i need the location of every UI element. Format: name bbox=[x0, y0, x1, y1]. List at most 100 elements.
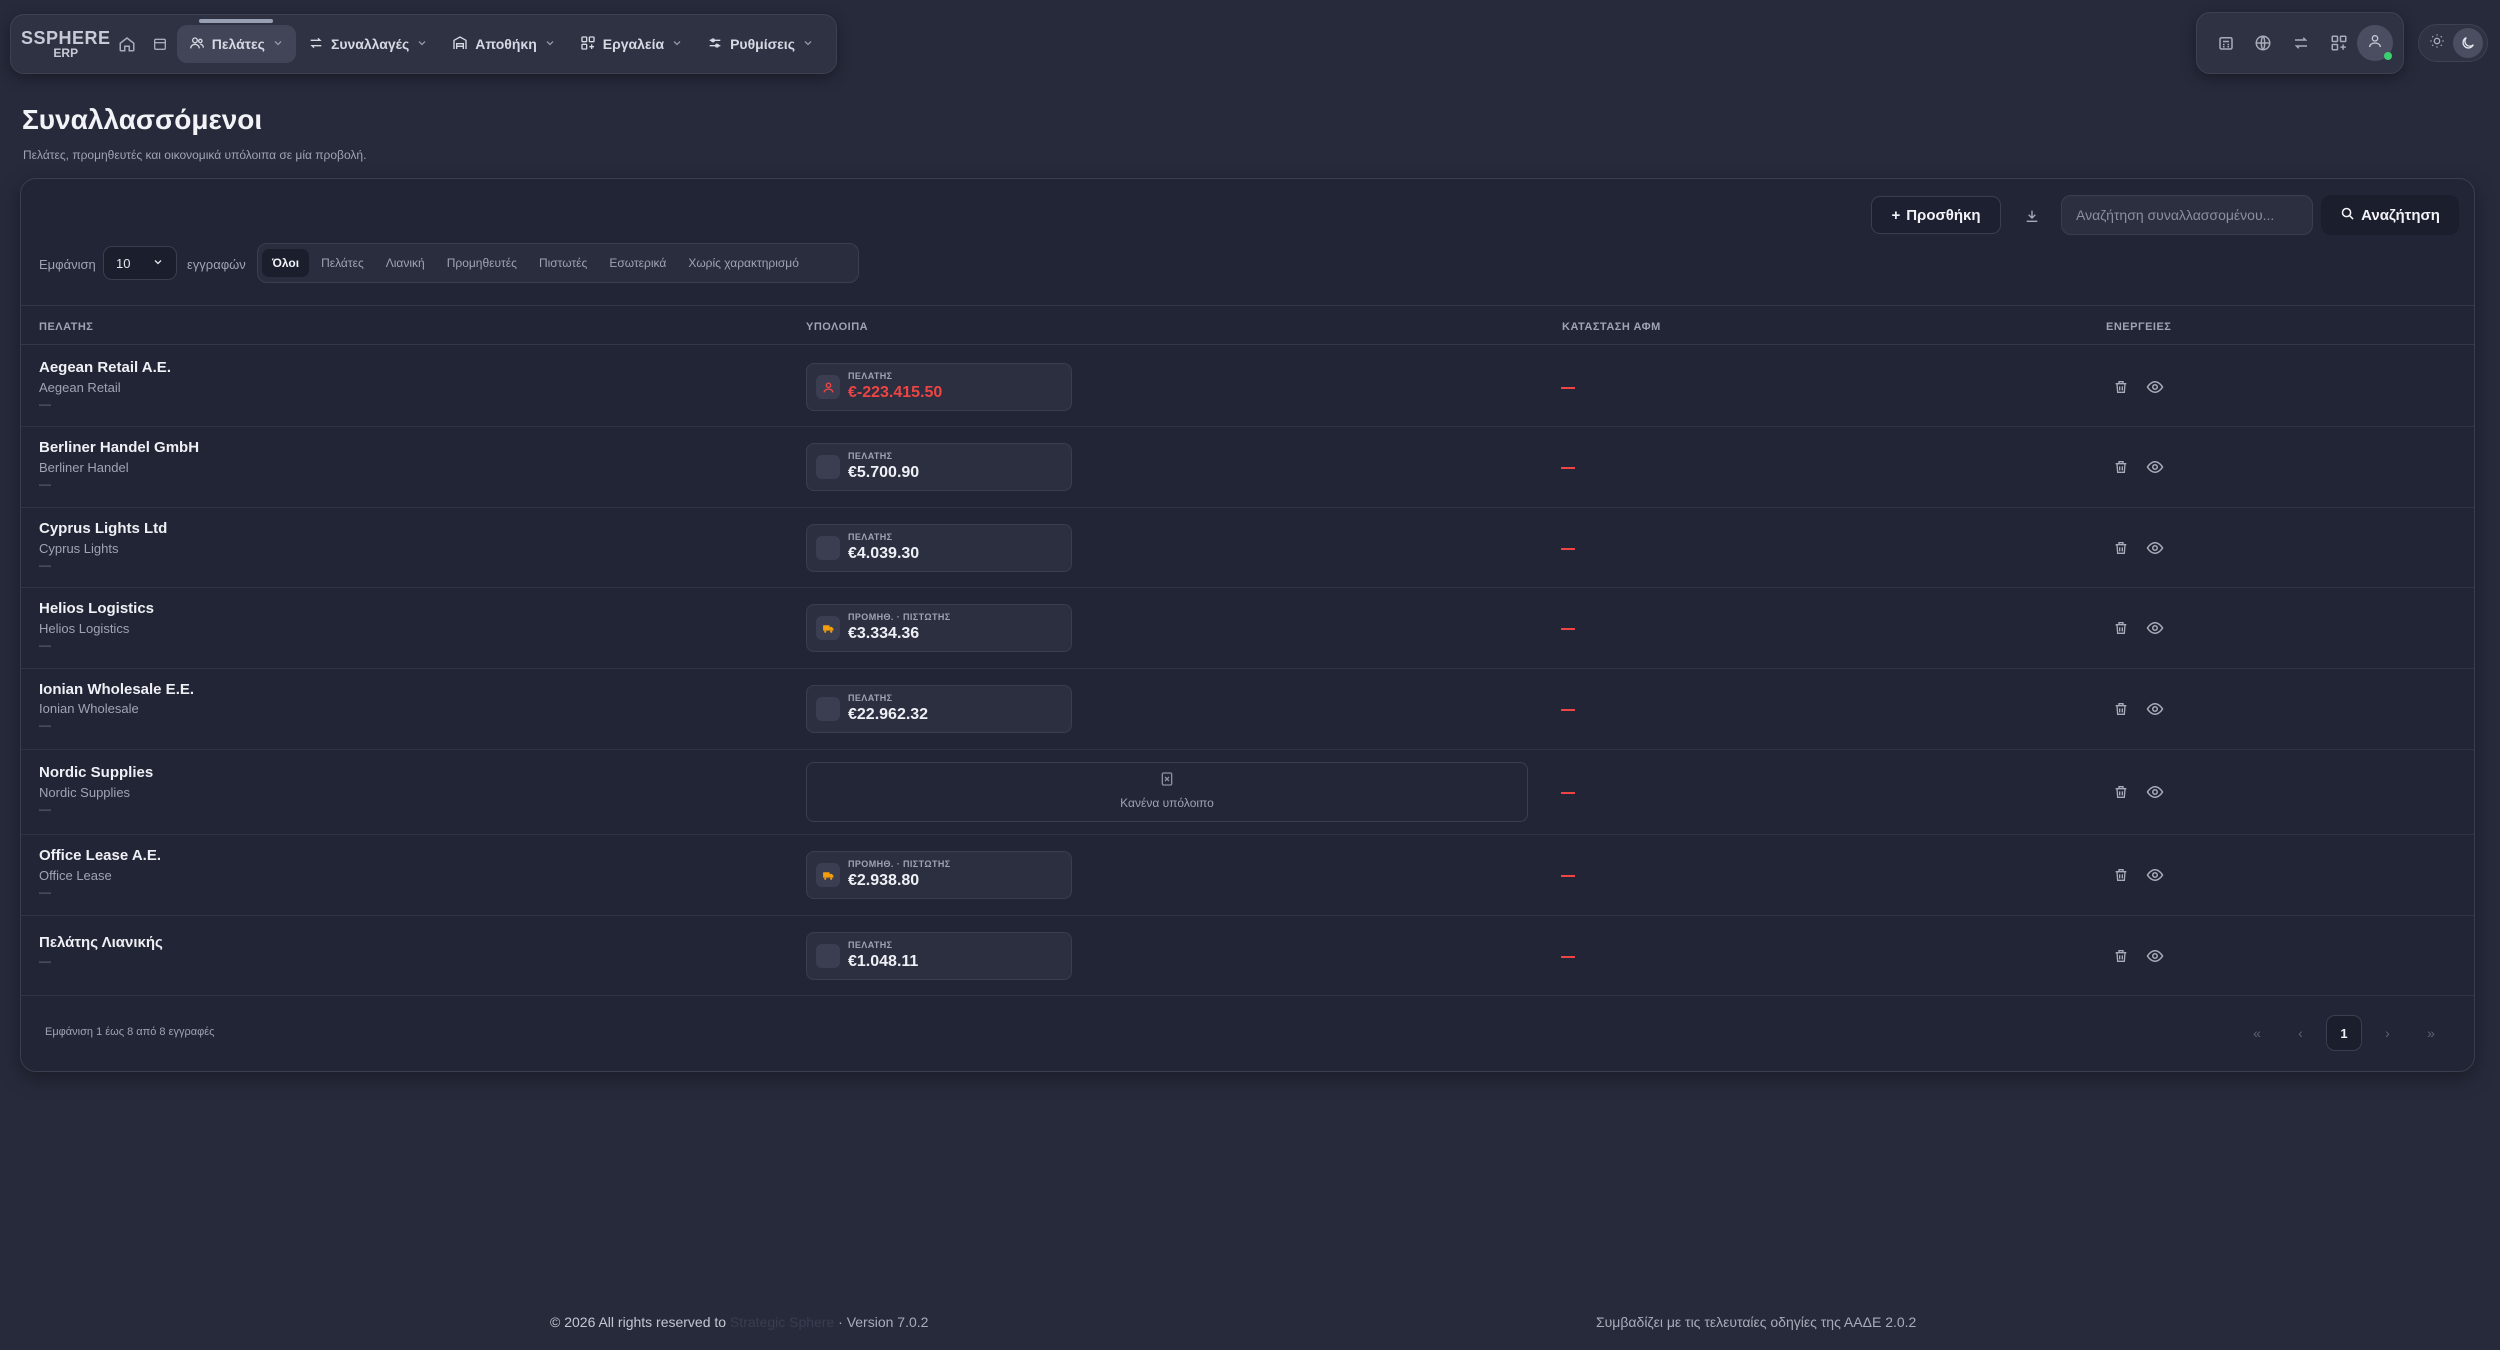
table-row[interactable]: Aegean Retail A.E. Aegean Retail — ΠΕΛΑΤ… bbox=[21, 347, 2474, 427]
table-row[interactable]: Berliner Handel GmbH Berliner Handel — Π… bbox=[21, 427, 2474, 508]
trash-icon[interactable] bbox=[2111, 946, 2131, 966]
truck-icon bbox=[816, 616, 840, 640]
truck-icon bbox=[816, 863, 840, 887]
trash-icon[interactable] bbox=[2111, 865, 2131, 885]
apps-grid-icon[interactable] bbox=[2320, 24, 2358, 62]
row-name[interactable]: Πελάτης Λιανικής bbox=[39, 934, 163, 951]
transfer-icon[interactable] bbox=[2282, 24, 2320, 62]
filter-tab-uncategorized[interactable]: Χωρίς χαρακτηρισμό bbox=[678, 249, 809, 277]
filter-tab-suppliers[interactable]: Προμηθευτές bbox=[437, 249, 527, 277]
table-row[interactable]: Helios Logistics Helios Logistics — ΠΡΟΜ… bbox=[21, 588, 2474, 669]
search-input[interactable] bbox=[2061, 195, 2313, 235]
eye-icon[interactable] bbox=[2145, 946, 2165, 966]
next-page-button[interactable]: › bbox=[2370, 1015, 2406, 1051]
page-subtitle: Πελάτες, προμηθευτές και οικονομικά υπόλ… bbox=[23, 148, 367, 162]
table-row[interactable]: Ionian Wholesale E.E. Ionian Wholesale —… bbox=[21, 669, 2474, 750]
add-button[interactable]: + Προσθήκη bbox=[1871, 196, 2001, 234]
copyright-text: © 2026 All rights reserved to bbox=[550, 1314, 727, 1330]
user-avatar[interactable] bbox=[2357, 25, 2393, 61]
eye-icon[interactable] bbox=[2145, 782, 2165, 802]
counterparties-card: + Προσθήκη Αναζήτηση Εμφάνιση 10 εγγραφώ… bbox=[20, 178, 2475, 1072]
row-name[interactable]: Nordic Supplies bbox=[39, 764, 153, 781]
column-header-customer[interactable]: ΠΕΛΑΤΗΣ bbox=[39, 321, 93, 333]
chevron-down-icon bbox=[272, 36, 284, 52]
balance-amount: €5.700.90 bbox=[848, 464, 920, 481]
nav-item-tools[interactable]: Εργαλεία bbox=[568, 25, 695, 63]
search-button[interactable]: Αναζήτηση bbox=[2321, 195, 2459, 235]
vat-status-indicator bbox=[1561, 956, 1575, 958]
filter-tab-internal[interactable]: Εσωτερικά bbox=[599, 249, 676, 277]
page-size-select[interactable]: 10 bbox=[103, 246, 177, 280]
column-header-vat-status[interactable]: ΚΑΤΑΣΤΑΣΗ ΑΦΜ bbox=[1562, 321, 1661, 333]
eye-icon[interactable] bbox=[2145, 618, 2165, 638]
table-row[interactable]: Cyprus Lights Ltd Cyprus Lights — ΠΕΛΑΤΗ… bbox=[21, 508, 2474, 588]
nav-item-transactions[interactable]: Συναλλαγές bbox=[296, 25, 440, 63]
nav-item-customers[interactable]: Πελάτες bbox=[176, 19, 296, 63]
app-logo[interactable]: SSPHERE ERP bbox=[21, 29, 111, 59]
quick-actions-bar bbox=[2196, 12, 2404, 74]
customer-icon bbox=[816, 536, 840, 560]
trash-icon[interactable] bbox=[2111, 782, 2131, 802]
calculator-icon[interactable] bbox=[2207, 24, 2245, 62]
filter-tab-creditors[interactable]: Πιστωτές bbox=[529, 249, 597, 277]
row-name[interactable]: Cyprus Lights Ltd bbox=[39, 520, 167, 537]
brand-link[interactable]: Strategic Sphere bbox=[730, 1314, 834, 1330]
first-page-button[interactable]: « bbox=[2239, 1015, 2275, 1051]
eye-icon[interactable] bbox=[2145, 538, 2165, 558]
page-title: Συναλλασσόμενοι bbox=[22, 104, 263, 135]
trash-icon[interactable] bbox=[2111, 699, 2131, 719]
globe-icon[interactable] bbox=[2245, 24, 2283, 62]
row-dash: — bbox=[39, 638, 51, 652]
tools-grid-icon bbox=[580, 35, 596, 54]
theme-toggle[interactable] bbox=[2418, 24, 2488, 62]
eye-icon[interactable] bbox=[2145, 377, 2165, 397]
row-name[interactable]: Office Lease A.E. bbox=[39, 847, 161, 864]
chevron-down-icon bbox=[671, 36, 683, 52]
nav-item-settings[interactable]: Ρυθμίσεις bbox=[695, 25, 826, 63]
trash-icon[interactable] bbox=[2111, 538, 2131, 558]
filter-tab-customers[interactable]: Πελάτες bbox=[311, 249, 374, 277]
balance-type: ΠΕΛΑΤΗΣ bbox=[848, 940, 893, 950]
row-name[interactable]: Aegean Retail A.E. bbox=[39, 359, 171, 376]
row-dash: — bbox=[39, 477, 51, 491]
row-alias: Aegean Retail bbox=[39, 380, 121, 395]
users-icon bbox=[189, 35, 205, 54]
nav-item-label: Συναλλαγές bbox=[330, 36, 410, 52]
balance-chip: ΠΕΛΑΤΗΣ €5.700.90 bbox=[806, 443, 1072, 491]
nav-item-label: Εργαλεία bbox=[602, 36, 665, 52]
prev-page-button[interactable]: ‹ bbox=[2283, 1015, 2319, 1051]
filter-tab-all[interactable]: Όλοι bbox=[262, 249, 310, 277]
nav-item-label: Αποθήκη bbox=[475, 36, 537, 52]
table-row[interactable]: Office Lease A.E. Office Lease — ΠΡΟΜΗΘ.… bbox=[21, 835, 2474, 916]
table-row[interactable]: Nordic Supplies Nordic Supplies — Κανένα… bbox=[21, 750, 2474, 835]
row-name[interactable]: Ionian Wholesale E.E. bbox=[39, 681, 194, 698]
last-page-button[interactable]: » bbox=[2413, 1015, 2449, 1051]
balance-type: ΠΕΛΑΤΗΣ bbox=[848, 532, 893, 542]
filter-tabs: Όλοι Πελάτες Λιανική Προμηθευτές Πιστωτέ… bbox=[257, 243, 859, 283]
row-name[interactable]: Helios Logistics bbox=[39, 600, 154, 617]
trash-icon[interactable] bbox=[2111, 377, 2131, 397]
table-row[interactable]: Πελάτης Λιανικής — ΠΕΛΑΤΗΣ €1.048.11 bbox=[21, 916, 2474, 996]
filter-tab-retail[interactable]: Λιανική bbox=[376, 249, 435, 277]
vat-status-indicator bbox=[1561, 628, 1575, 630]
row-name[interactable]: Berliner Handel GmbH bbox=[39, 439, 199, 456]
nav-item-warehouse[interactable]: Αποθήκη bbox=[440, 25, 567, 63]
eye-icon[interactable] bbox=[2145, 699, 2165, 719]
balance-type: ΠΡΟΜΗΘ. · ΠΙΣΤΩΤΗΣ bbox=[848, 859, 951, 869]
empty-balance-label: Κανένα υπόλοιπο bbox=[1120, 796, 1214, 810]
nav-item-label: Ρυθμίσεις bbox=[730, 36, 795, 52]
calendar-icon[interactable] bbox=[144, 25, 177, 63]
trash-icon[interactable] bbox=[2111, 457, 2131, 477]
eye-icon[interactable] bbox=[2145, 865, 2165, 885]
balance-amount: €-223.415.50 bbox=[848, 384, 943, 401]
row-dash: — bbox=[39, 802, 51, 816]
eye-icon[interactable] bbox=[2145, 457, 2165, 477]
column-header-balances[interactable]: ΥΠΟΛΟΙΠΑ bbox=[806, 321, 868, 333]
home-icon[interactable] bbox=[111, 25, 144, 63]
chevron-down-icon bbox=[544, 36, 556, 52]
balance-chip: ΠΡΟΜΗΘ. · ΠΙΣΤΩΤΗΣ €3.334.36 bbox=[806, 604, 1072, 652]
balance-amount: €3.334.36 bbox=[848, 625, 920, 642]
trash-icon[interactable] bbox=[2111, 618, 2131, 638]
current-page-button[interactable]: 1 bbox=[2326, 1015, 2362, 1051]
download-icon[interactable] bbox=[2015, 199, 2049, 233]
